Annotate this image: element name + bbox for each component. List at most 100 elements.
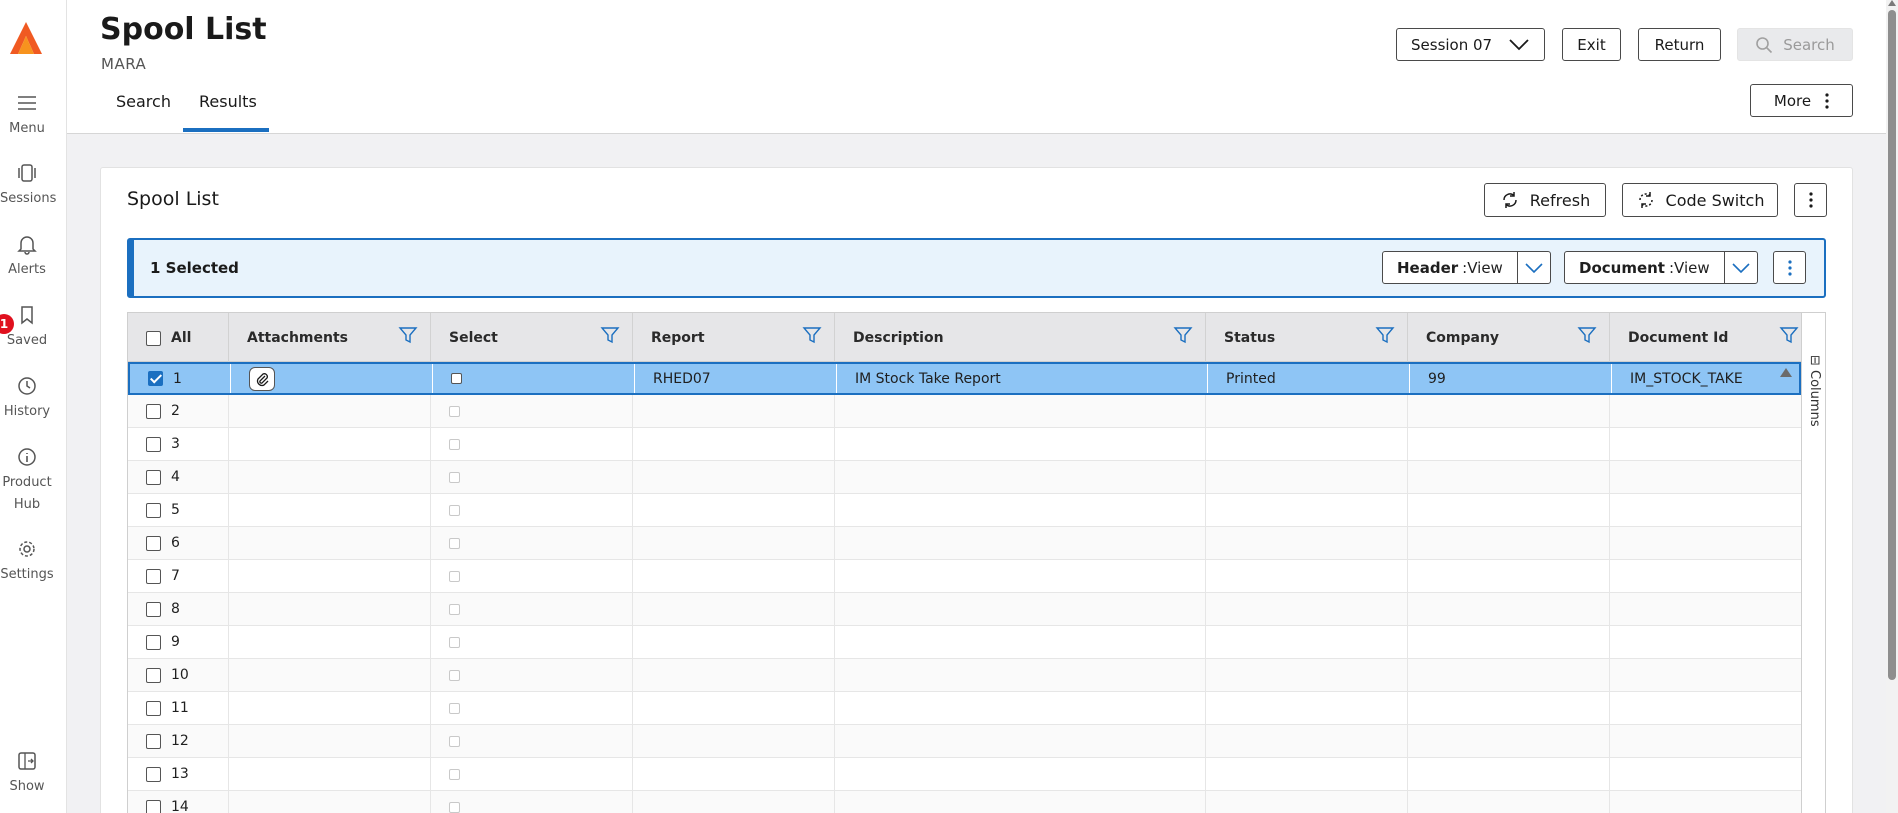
rail-item-product-hub[interactable]: Product Hub [0,446,54,516]
paperclip-icon[interactable] [249,366,275,391]
column-header-document-id[interactable]: Document Id [1610,313,1801,362]
page-scrollbar[interactable] [1886,0,1898,813]
row-checkbox[interactable] [146,502,161,518]
column-header-description[interactable]: Description [835,313,1206,362]
row-checkbox[interactable] [146,766,161,782]
row-checkbox[interactable] [146,700,161,716]
table-row[interactable]: 7 [128,560,1801,593]
rail-item-settings[interactable]: Settings [0,538,54,586]
row-checkbox[interactable] [146,733,161,749]
filter-icon[interactable] [1779,325,1799,345]
attachments-cell [229,560,431,592]
table-row[interactable]: 9 [128,626,1801,659]
grid-scroll-up-arrow[interactable] [1780,368,1792,377]
select-all-checkbox[interactable] [146,330,161,346]
table-row[interactable]: 13 [128,758,1801,791]
refresh-button[interactable]: Refresh [1484,183,1606,217]
table-row[interactable]: 2 [128,395,1801,428]
columns-toggle[interactable]: ⊟ Columns [1807,355,1822,427]
document-id-cell [1610,494,1801,526]
column-header-company[interactable]: Company [1408,313,1610,362]
tab-results[interactable]: Results [199,92,257,111]
row-checkbox[interactable] [146,469,161,485]
scrollbar-thumb[interactable] [1888,10,1896,680]
rail-item-menu[interactable]: Menu [0,92,54,140]
row-checkbox[interactable] [146,799,161,813]
column-header-select[interactable]: Select [431,313,633,362]
document-id-cell [1610,725,1801,757]
status-cell [1206,725,1408,757]
table-row[interactable]: 11 [128,692,1801,725]
table-row[interactable]: 4 [128,461,1801,494]
row-checkbox[interactable] [148,371,163,386]
rail-item-label: Sessions [0,191,57,206]
filter-icon[interactable] [1173,325,1193,345]
column-title: Description [853,330,944,346]
status-cell [1206,593,1408,625]
table-row[interactable]: 3 [128,428,1801,461]
filter-icon[interactable] [398,325,418,345]
column-header-report[interactable]: Report [633,313,835,362]
table-row[interactable]: 8 [128,593,1801,626]
document-view-dropdown[interactable]: Document: View [1564,251,1758,284]
status-cell: Printed [1208,364,1410,393]
row-number-cell: 7 [128,560,229,592]
select-all-header[interactable]: All [128,313,229,362]
table-row[interactable]: 14 [128,791,1801,813]
table-row[interactable]: 6 [128,527,1801,560]
rail-item-history[interactable]: History [0,375,54,423]
scroll-up-arrow[interactable] [1888,0,1896,6]
more-button[interactable]: More [1750,84,1853,117]
row-checkbox[interactable] [146,436,161,452]
select-checkbox[interactable] [449,603,460,615]
select-checkbox[interactable] [449,471,460,483]
select-checkbox[interactable] [449,768,460,780]
select-checkbox[interactable] [449,636,460,648]
rail-item-sessions[interactable]: Sessions [0,162,57,210]
code-switch-button[interactable]: Code Switch [1622,183,1778,217]
select-checkbox[interactable] [449,702,460,714]
select-checkbox[interactable] [449,801,460,813]
select-checkbox[interactable] [451,373,462,384]
column-header-status[interactable]: Status [1206,313,1408,362]
status-cell [1206,758,1408,790]
select-checkbox[interactable] [449,504,460,516]
row-number: 7 [171,568,180,584]
select-checkbox[interactable] [449,537,460,549]
select-checkbox[interactable] [449,735,460,747]
row-checkbox[interactable] [146,535,161,551]
select-checkbox[interactable] [449,669,460,681]
rail-item-label: Saved [6,333,48,348]
session-dropdown[interactable]: Session 07 [1396,28,1545,61]
table-row[interactable]: 1 RHED07 IM Stock Take Report Printed 99 IM_S… [128,362,1801,395]
rail-item-alerts[interactable]: Alerts [0,233,54,281]
header-view-dropdown[interactable]: Header: View [1382,251,1551,284]
filter-icon[interactable] [1577,325,1597,345]
row-checkbox[interactable] [146,667,161,683]
table-row[interactable]: 10 [128,659,1801,692]
selection-options-button[interactable] [1773,251,1806,284]
filter-icon[interactable] [802,325,822,345]
exit-button[interactable]: Exit [1562,28,1621,61]
rail-item-show[interactable]: Show [0,750,54,798]
row-checkbox[interactable] [146,601,161,617]
select-checkbox[interactable] [449,438,460,450]
row-checkbox[interactable] [146,634,161,650]
return-button[interactable]: Return [1638,28,1721,61]
table-row[interactable]: 12 [128,725,1801,758]
table-row[interactable]: 5 [128,494,1801,527]
header-view-key: Header [1397,258,1459,277]
app-logo[interactable] [8,20,44,56]
card-options-button[interactable] [1794,183,1827,217]
column-header-attachments[interactable]: Attachments [229,313,431,362]
row-number-cell: 10 [128,659,229,691]
tab-search[interactable]: Search [116,92,171,111]
select-checkbox[interactable] [449,570,460,582]
filter-icon[interactable] [1375,325,1395,345]
select-checkbox[interactable] [449,405,460,417]
filter-icon[interactable] [600,325,620,345]
row-checkbox[interactable] [146,403,161,419]
row-checkbox[interactable] [146,568,161,584]
search-button[interactable]: Search [1737,28,1853,61]
description-cell [835,626,1206,658]
